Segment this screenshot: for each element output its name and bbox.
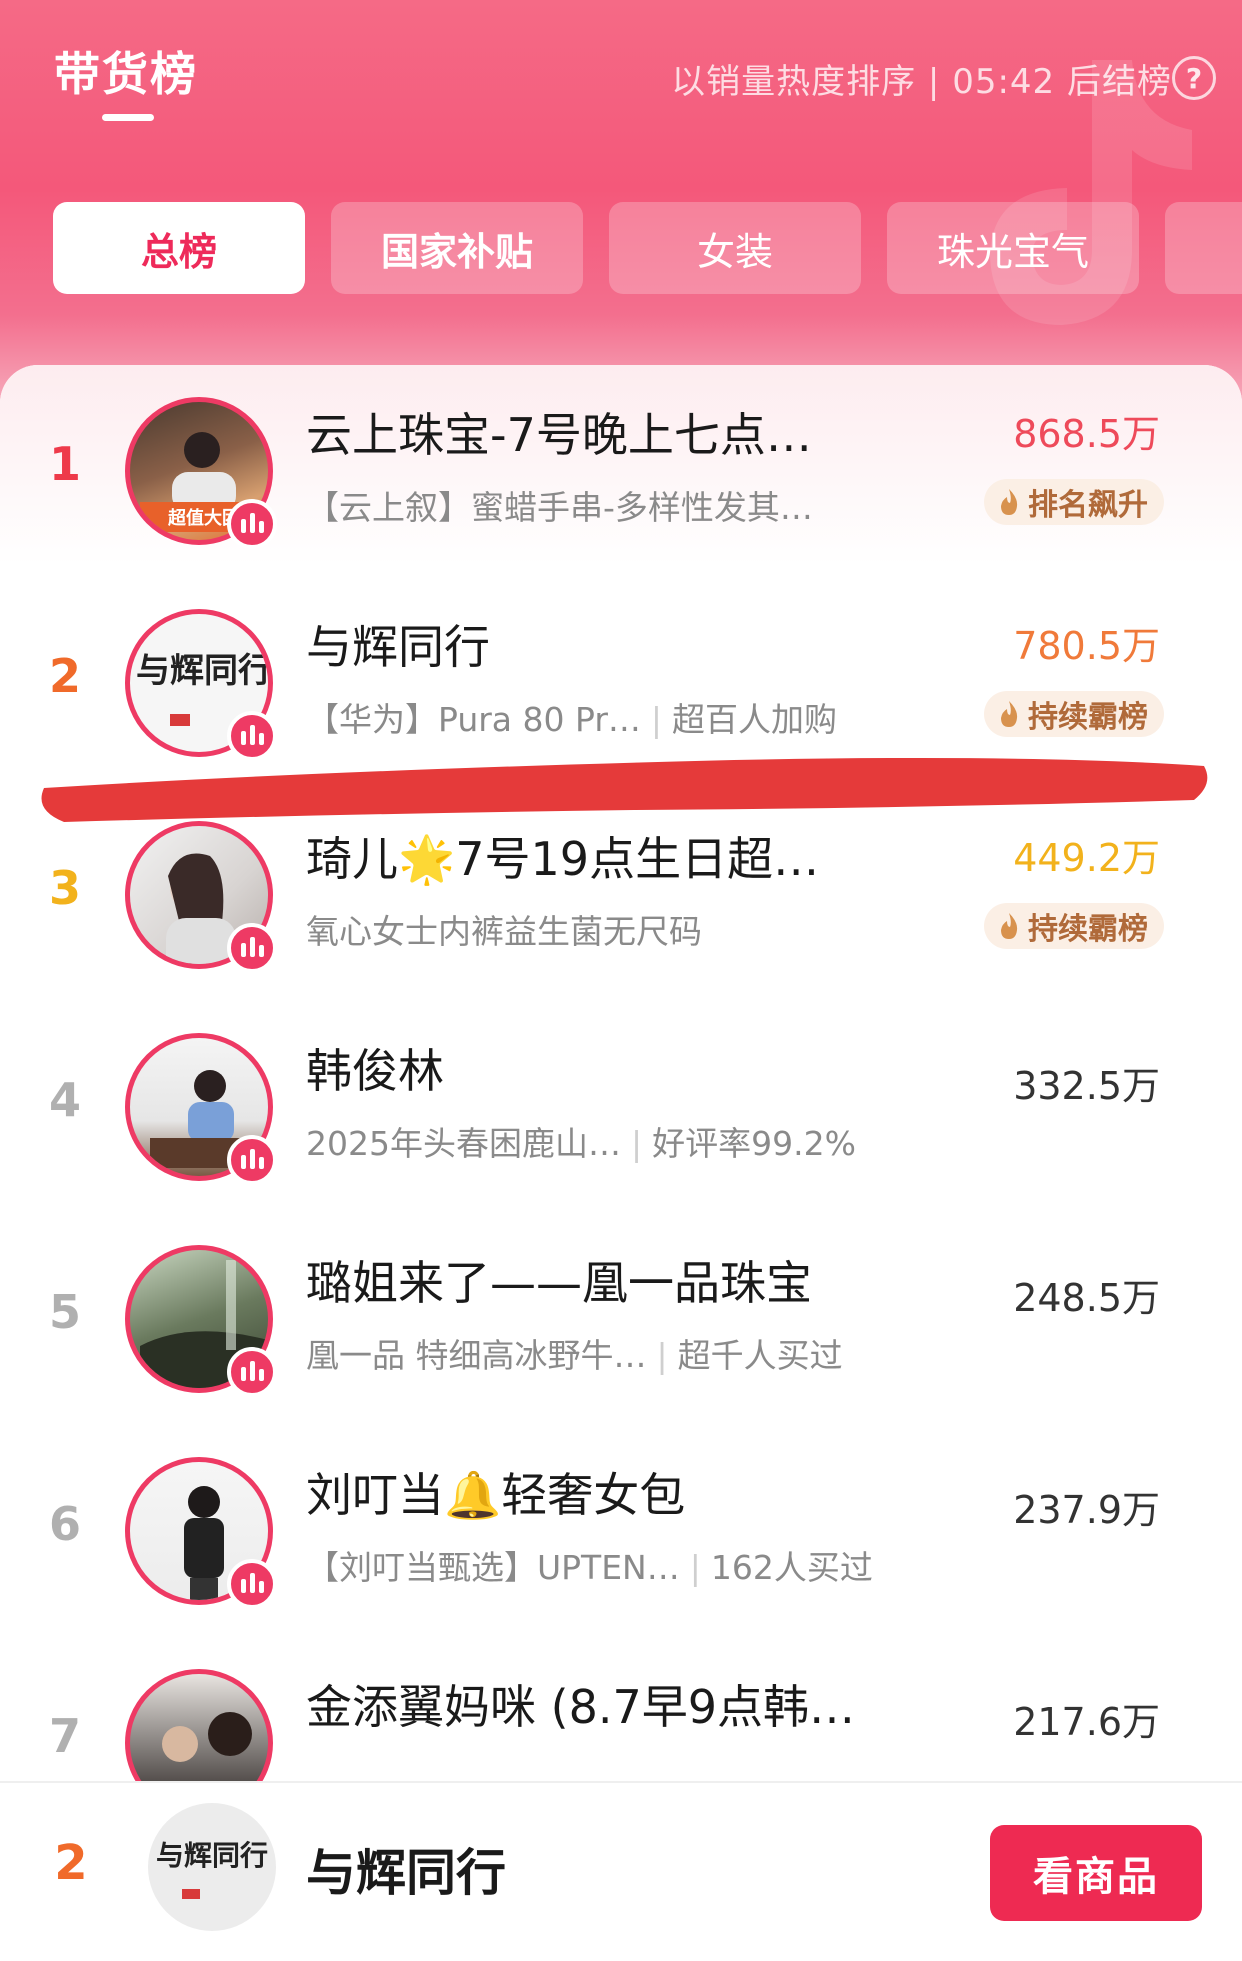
tab-jewelry[interactable]: 珠光宝气 (887, 202, 1139, 294)
ranking-row[interactable]: 5 璐姐来了——凰一品珠宝 凰一品 特细高冰野牛… | 超千人买过 248.5万 (0, 1213, 1242, 1425)
rank-number: 4 (48, 1073, 81, 1127)
flame-icon (1001, 489, 1018, 515)
avatar[interactable]: 与辉同行 (125, 609, 277, 761)
rank-number: 7 (48, 1709, 81, 1763)
live-icon (227, 1347, 277, 1397)
product-highlight: 162人买过 (710, 1548, 873, 1587)
product-info: 凰一品 特细高冰野牛… | 超千人买过 (306, 1336, 843, 1375)
avatar[interactable] (125, 821, 277, 973)
product-highlight: 好评率99.2% (652, 1124, 856, 1163)
sales-value: 780.5万 (1013, 624, 1160, 668)
avatar-calligraphy: 与辉同行 (136, 651, 272, 691)
streamer-name: 琦儿🌟7号19点生日超… (306, 832, 820, 886)
avatar[interactable] (125, 1457, 277, 1609)
streamer-name: 璐姐来了——凰一品珠宝 (306, 1256, 812, 1310)
product-info: 【云上叙】蜜蜡手串-多样性发其… (306, 481, 813, 529)
current-avatar[interactable]: 与辉同行 (148, 1803, 276, 1931)
category-tabs: 总榜 国家补贴 女装 珠光宝气 (53, 202, 1242, 294)
trend-badge: 排名飙升 (984, 479, 1164, 525)
ranking-row[interactable]: 1 超值大团 云上珠宝-7号晚上七点… 【云上叙】蜜蜡手串-多样性发其… 868… (0, 365, 1242, 577)
live-icon (227, 1135, 277, 1185)
ranking-row[interactable]: 4 韩俊林 2025年头春困鹿山… | 好评率99.2% 332.5万 (0, 1001, 1242, 1213)
product-info: 氧心女士内裤益生菌无尺码 (306, 905, 702, 953)
page-title: 带货榜 (54, 47, 198, 101)
product-name: 凰一品 特细高冰野牛… (306, 1336, 647, 1375)
ranking-info: 以销量热度排序 | 05:42 后结榜 (671, 62, 1172, 102)
trend-badge: 持续霸榜 (984, 691, 1164, 737)
avatar[interactable] (125, 1669, 273, 1781)
sales-value: 248.5万 (1013, 1276, 1160, 1320)
current-rank-bar: 2 与辉同行 与辉同行 看商品 (0, 1781, 1242, 1961)
current-rank-number: 2 (54, 1835, 88, 1891)
sales-value: 237.9万 (1013, 1488, 1160, 1532)
product-name: 氧心女士内裤益生菌无尺码 (306, 912, 702, 951)
question-circle-icon[interactable]: ? (1172, 56, 1216, 100)
tab-overall[interactable]: 总榜 (53, 202, 305, 294)
avatar-image: 与辉同行 (156, 1839, 268, 1899)
product-info: 【华为】Pura 80 Pr… | 超百人加购 (306, 700, 838, 739)
rank-number: 1 (48, 437, 81, 491)
streamer-name: 刘叮当🔔轻奢女包 (306, 1468, 686, 1522)
flame-icon (1001, 701, 1018, 727)
product-info: 2025年头春困鹿山… | 好评率99.2% (306, 1124, 856, 1163)
sales-value: 217.6万 (1013, 1700, 1160, 1744)
tab-womens-clothing[interactable]: 女装 (609, 202, 861, 294)
rank-number: 2 (48, 649, 81, 703)
ranking-row[interactable]: 6 刘叮当🔔轻奢女包 【刘叮当甄选】UPTEN… | 162人买过 237.9万 (0, 1425, 1242, 1637)
sales-value: 449.2万 (1013, 836, 1160, 880)
ranking-list: 1 超值大团 云上珠宝-7号晚上七点… 【云上叙】蜜蜡手串-多样性发其… 868… (0, 365, 1242, 1781)
sales-value: 332.5万 (1013, 1064, 1160, 1108)
product-name: 【云上叙】蜜蜡手串-多样性发其… (306, 488, 813, 527)
sales-value: 868.5万 (1013, 412, 1160, 456)
avatar-image (162, 1712, 252, 1762)
rank-number: 5 (48, 1285, 81, 1339)
flame-icon (1001, 913, 1018, 939)
rank-number: 6 (48, 1497, 81, 1551)
current-streamer-name: 与辉同行 (306, 1844, 506, 1902)
product-info: 【刘叮当甄选】UPTEN… | 162人买过 (306, 1548, 873, 1587)
view-products-button[interactable]: 看商品 (990, 1825, 1202, 1921)
streamer-name: 云上珠宝-7号晚上七点… (306, 408, 812, 462)
streamer-name: 金添翼妈咪 (8.7早9点韩… (306, 1680, 855, 1734)
avatar[interactable] (125, 1033, 277, 1185)
tab-national-subsidy[interactable]: 国家补贴 (331, 202, 583, 294)
live-icon (227, 499, 277, 549)
title-underline (102, 114, 154, 121)
avatar-calligraphy: 与辉同行 (156, 1839, 268, 1872)
rank-number: 3 (48, 861, 81, 915)
annotation-underline-mark (41, 758, 1208, 822)
avatar[interactable]: 超值大团 (125, 397, 277, 549)
trend-badge-label: 持续霸榜 (1028, 912, 1148, 947)
tab-more-partial[interactable] (1165, 202, 1242, 294)
product-highlight: 超千人买过 (677, 1336, 843, 1375)
trend-badge: 持续霸榜 (984, 903, 1164, 949)
trend-badge-label: 持续霸榜 (1028, 700, 1148, 735)
live-icon (227, 923, 277, 973)
streamer-name: 韩俊林 (306, 1044, 444, 1098)
streamer-name: 与辉同行 (306, 620, 490, 674)
ranking-row[interactable]: 7 金添翼妈咪 (8.7早9点韩… 217.6万 (0, 1637, 1242, 1781)
product-name: 2025年头春困鹿山… (306, 1124, 621, 1163)
product-name: 【刘叮当甄选】UPTEN… (306, 1548, 680, 1587)
product-highlight: 超百人加购 (672, 700, 838, 739)
trend-badge-label: 排名飙升 (1028, 488, 1148, 523)
live-icon (227, 1559, 277, 1609)
product-name: 【华为】Pura 80 Pr… (306, 700, 641, 739)
avatar[interactable] (125, 1245, 277, 1397)
header: 带货榜 以销量热度排序 | 05:42 后结榜 ? 总榜 国家补贴 女装 珠光宝… (0, 0, 1242, 420)
